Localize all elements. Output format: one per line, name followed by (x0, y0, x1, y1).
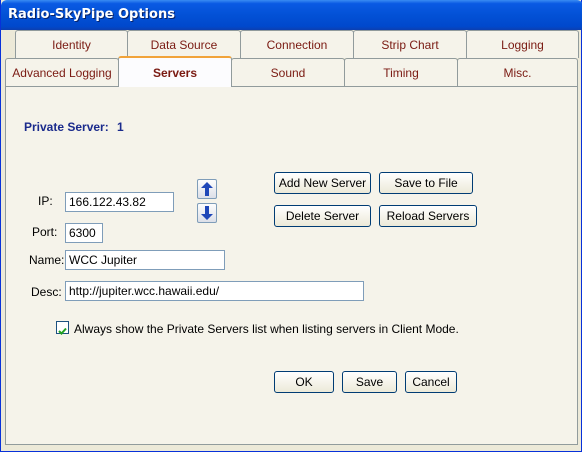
ip-field[interactable]: 166.122.43.82 (65, 192, 174, 212)
move-down-button[interactable] (197, 203, 217, 223)
save-button[interactable]: Save (342, 371, 397, 393)
tab-connection[interactable]: Connection (240, 30, 354, 58)
tab-logging[interactable]: Logging (466, 30, 579, 58)
always-show-label: Always show the Private Servers list whe… (74, 322, 459, 336)
checkmark-icon (58, 327, 67, 335)
tab-servers[interactable]: Servers (118, 56, 232, 87)
tab-identity[interactable]: Identity (15, 30, 128, 58)
ok-button[interactable]: OK (274, 371, 334, 393)
tab-timing[interactable]: Timing (344, 58, 458, 86)
port-field[interactable]: 6300 (65, 223, 103, 243)
private-server-number: 1 (117, 120, 124, 134)
tab-strip-chart[interactable]: Strip Chart (353, 30, 467, 58)
reload-servers-button[interactable]: Reload Servers (379, 205, 477, 227)
tab-sound[interactable]: Sound (231, 58, 345, 86)
desc-label: Desc: (31, 285, 62, 299)
cancel-button[interactable]: Cancel (405, 371, 457, 393)
private-server-heading: Private Server: (24, 120, 109, 134)
delete-server-button[interactable]: Delete Server (274, 205, 371, 227)
tab-data-source[interactable]: Data Source (127, 30, 241, 58)
always-show-checkbox[interactable] (56, 321, 69, 335)
add-new-server-button[interactable]: Add New Server (274, 172, 371, 194)
desc-field[interactable]: http://jupiter.wcc.hawaii.edu/ (65, 281, 364, 301)
tab-misc[interactable]: Misc. (457, 58, 578, 86)
options-window: Radio-SkyPipe Options Identity Data Sour… (0, 0, 582, 452)
name-label: Name: (29, 253, 65, 267)
arrow-up-icon (201, 182, 213, 196)
port-label: Port: (32, 225, 58, 239)
name-field[interactable]: WCC Jupiter (65, 250, 225, 270)
tab-advanced-logging[interactable]: Advanced Logging (5, 58, 119, 86)
save-to-file-button[interactable]: Save to File (379, 172, 473, 194)
title-bar[interactable]: Radio-SkyPipe Options (1, 0, 582, 30)
move-up-button[interactable] (197, 179, 217, 199)
arrow-down-icon (201, 206, 213, 220)
ip-label: IP: (38, 194, 53, 208)
window-title: Radio-SkyPipe Options (8, 7, 175, 22)
